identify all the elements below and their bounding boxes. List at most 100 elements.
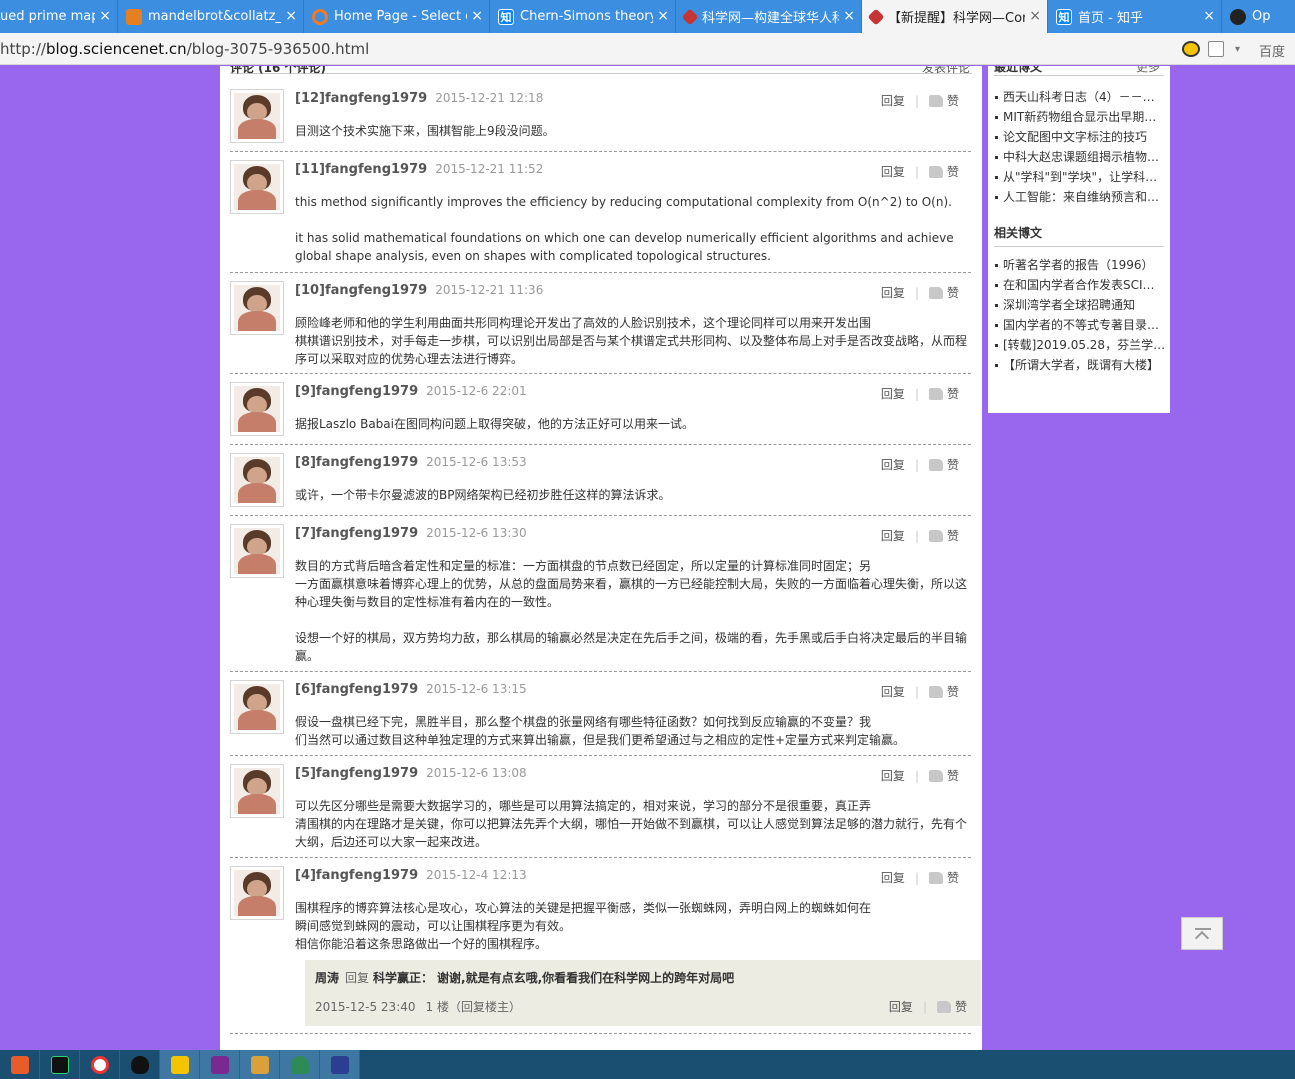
thumbs-up-icon[interactable] <box>928 165 943 178</box>
zhihu-icon: 知 <box>498 8 514 25</box>
chevron-down-icon[interactable]: ▾ <box>1235 44 1240 60</box>
browser-tab[interactable]: 科学网—构建全球华人科 × <box>676 0 862 33</box>
tab-label: Home Page - Select or <box>334 9 467 24</box>
thumbs-up-icon[interactable] <box>928 871 943 884</box>
thumbs-up-icon[interactable] <box>936 1000 951 1013</box>
browser-tab[interactable]: 知首页 - 知乎 × <box>1048 0 1222 33</box>
taskbar-app-star[interactable] <box>160 1050 200 1079</box>
avatar[interactable] <box>230 281 284 335</box>
comment-author[interactable]: [12]fangfeng1979 <box>295 91 427 106</box>
related-post-link[interactable]: 在和国内学者合作发表SCI论文 <box>994 275 1166 295</box>
comment-author[interactable]: [10]fangfeng1979 <box>295 283 427 298</box>
reply-button[interactable]: 回复 <box>881 284 905 301</box>
reply-button[interactable]: 回复 <box>881 527 905 544</box>
reply-button[interactable]: 回复 <box>881 385 905 402</box>
like-button[interactable]: 赞 <box>947 92 959 109</box>
taskbar-app-6[interactable] <box>240 1050 280 1079</box>
close-icon[interactable]: × <box>1029 8 1041 24</box>
avatar[interactable] <box>230 866 284 920</box>
browser-tab[interactable]: Open <box>1222 0 1292 33</box>
like-button[interactable]: 赞 <box>947 284 959 301</box>
comment-author[interactable]: [8]fangfeng1979 <box>295 455 418 470</box>
close-icon[interactable]: × <box>285 8 297 24</box>
comment-author[interactable]: [9]fangfeng1979 <box>295 384 418 399</box>
reading-mode-icon[interactable] <box>1208 41 1224 57</box>
comment-author[interactable]: [7]fangfeng1979 <box>295 526 418 541</box>
close-icon[interactable]: × <box>1203 8 1215 24</box>
reply-button[interactable]: 回复 <box>889 998 913 1015</box>
browser-tab[interactable]: ued prime mapp × <box>0 0 118 33</box>
avatar[interactable] <box>230 160 284 214</box>
like-button[interactable]: 赞 <box>947 163 959 180</box>
avatar[interactable] <box>230 453 284 507</box>
related-post-link[interactable]: 听著名学者的报告（1996） <box>994 255 1166 275</box>
avatar[interactable] <box>230 680 284 734</box>
related-post-link[interactable]: [转载]2019.05.28，芬兰学者来访 <box>994 335 1166 355</box>
comment-paragraph: 可以先区分哪些是需要大数据学习的，哪些是可以用算法搞定的，相对来说，学习的部分不… <box>295 799 968 849</box>
browser-tab[interactable]: 【新提醒】科学网—Cor × <box>862 0 1048 33</box>
avatar[interactable] <box>230 382 284 436</box>
sidebar-post-link[interactable]: 论文配图中文字标注的技巧 <box>994 127 1166 147</box>
url-field[interactable]: http://blog.sciencenet.cn/blog-3075-9365… <box>0 40 369 58</box>
avatar-body <box>238 554 276 574</box>
thumbs-up-icon[interactable] <box>928 529 943 542</box>
taskbar-app-8[interactable] <box>320 1050 360 1079</box>
comment-author[interactable]: [5]fangfeng1979 <box>295 766 418 781</box>
comment-author[interactable]: [4]fangfeng1979 <box>295 868 418 883</box>
thumbs-up-icon[interactable] <box>928 286 943 299</box>
post-comment-link[interactable]: 发表评论 <box>922 66 970 76</box>
comment-author[interactable]: [6]fangfeng1979 <box>295 682 418 697</box>
close-icon[interactable]: × <box>99 8 111 24</box>
sidebar-post-link[interactable]: 从"学科"到"学块"，让学科交叉 <box>994 167 1166 187</box>
sidebar-post-link[interactable]: 西天山科考日志（4）－－霍尔果斯 <box>994 87 1166 107</box>
browser-tab[interactable]: Home Page - Select or × <box>304 0 490 33</box>
related-post-link[interactable]: 国内学者的不等式专著目录汇编 <box>994 315 1166 335</box>
related-post-link[interactable]: 【所谓大学者，既谓有大楼】 <box>994 355 1166 375</box>
like-button[interactable]: 赞 <box>947 869 959 886</box>
taskbar-app-7[interactable] <box>280 1050 320 1079</box>
thumbs-up-icon[interactable] <box>928 94 943 107</box>
like-button[interactable]: 赞 <box>947 527 959 544</box>
reply-button[interactable]: 回复 <box>881 92 905 109</box>
close-icon[interactable]: × <box>657 8 669 24</box>
reply-button[interactable]: 回复 <box>881 683 905 700</box>
back-to-top-button[interactable] <box>1181 917 1223 950</box>
comment-author[interactable]: [11]fangfeng1979 <box>295 162 427 177</box>
taskbar-app-qq[interactable] <box>120 1050 160 1079</box>
close-icon[interactable]: × <box>471 8 483 24</box>
reply-button[interactable]: 回复 <box>881 767 905 784</box>
reply-button[interactable]: 回复 <box>881 869 905 886</box>
thumbs-up-icon[interactable] <box>928 458 943 471</box>
sidebar-post-link[interactable]: 中科大赵忠课题组揭示植物根系 <box>994 147 1166 167</box>
like-button[interactable]: 赞 <box>947 767 959 784</box>
reply-author[interactable]: 周涛 <box>315 971 339 985</box>
close-icon[interactable]: × <box>843 8 855 24</box>
thumbs-up-icon[interactable] <box>928 685 943 698</box>
sidebar-post-link[interactable]: MIT新药物组合显示出早期疗效 <box>994 107 1166 127</box>
reply-button[interactable]: 回复 <box>881 456 905 473</box>
extension-bee-icon[interactable] <box>1182 41 1200 57</box>
avatar[interactable] <box>230 89 284 143</box>
avatar[interactable] <box>230 524 284 578</box>
like-button[interactable]: 赞 <box>947 385 959 402</box>
sidebar-post-link[interactable]: 人工智能：来自维纳预言和图灵 <box>994 187 1166 207</box>
reply-button[interactable]: 回复 <box>881 163 905 180</box>
search-engine-label[interactable]: 百度 <box>1259 41 1285 60</box>
comment-header: [10]fangfeng1979 2015-12-21 11:36 <box>295 283 543 298</box>
like-button[interactable]: 赞 <box>947 456 959 473</box>
browser-tab[interactable]: mandelbrot&collatz_gu × <box>118 0 304 33</box>
thumbs-up-icon[interactable] <box>928 387 943 400</box>
taskbar-app-browser[interactable] <box>80 1050 120 1079</box>
taskbar-app-pycharm[interactable] <box>40 1050 80 1079</box>
related-post-link[interactable]: 深圳湾学者全球招聘通知 <box>994 295 1166 315</box>
comment-body: 据报Laszlo Babai在图同构问题上取得突破，他的方法正好可以用来一试。 <box>295 415 971 433</box>
taskbar-app-1[interactable] <box>0 1050 40 1079</box>
reply-target[interactable]: 科学赢正： <box>373 971 433 985</box>
avatar[interactable] <box>230 764 284 818</box>
thumbs-up-icon[interactable] <box>928 769 943 782</box>
recent-posts-more-link[interactable]: 更多 <box>1136 66 1160 75</box>
browser-tab[interactable]: 知 Chern-Simons theory - × <box>490 0 676 33</box>
taskbar-app-5[interactable] <box>200 1050 240 1079</box>
like-button[interactable]: 赞 <box>947 683 959 700</box>
like-button[interactable]: 赞 <box>955 998 967 1015</box>
